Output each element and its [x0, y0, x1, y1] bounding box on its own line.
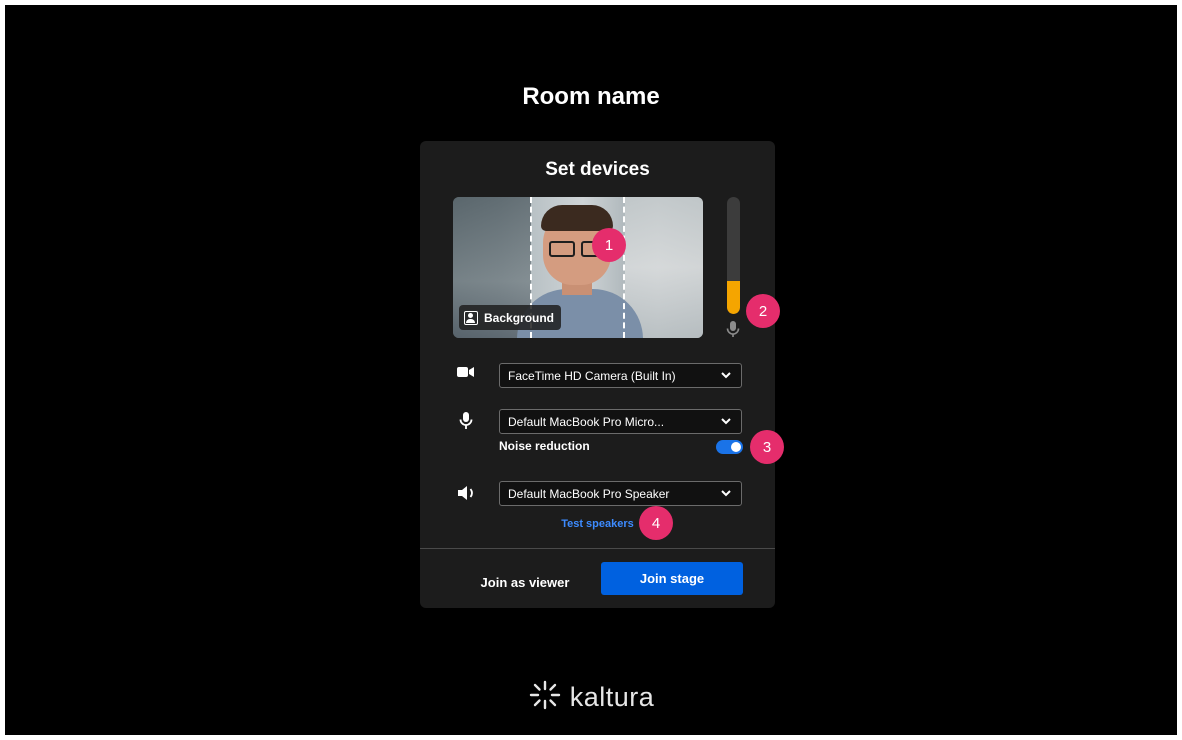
callout-marker-2: 2 [746, 294, 780, 328]
test-speakers-link[interactable]: Test speakers [420, 518, 775, 530]
kaltura-logo-icon [528, 680, 562, 715]
background-button[interactable]: Background [459, 305, 562, 330]
noise-reduction-toggle[interactable] [716, 440, 743, 454]
room-title: Room name [522, 83, 660, 110]
noise-reduction-label: Noise reduction [499, 439, 590, 453]
camera-icon [457, 364, 475, 380]
callout-marker-3: 3 [750, 430, 784, 464]
join-stage-button[interactable]: Join stage [601, 562, 743, 595]
speaker-icon [457, 485, 475, 501]
microphone-select-value: Default MacBook Pro Micro... [508, 414, 665, 429]
callout-marker-1: 1 [592, 228, 626, 262]
camera-preview: Background [453, 197, 703, 338]
chevron-down-icon [719, 415, 733, 429]
microphone-icon [457, 412, 475, 429]
toggle-knob [731, 442, 741, 452]
camera-select[interactable]: FaceTime HD Camera (Built In) [499, 363, 742, 388]
speaker-select[interactable]: Default MacBook Pro Speaker [499, 481, 742, 506]
join-as-viewer-button[interactable]: Join as viewer [460, 566, 590, 598]
microphone-icon [725, 320, 741, 343]
background-icon [464, 310, 478, 325]
app-screen: Room name Set devices Background FaceTim… [5, 5, 1177, 735]
chevron-down-icon [719, 369, 733, 383]
chevron-down-icon [719, 487, 733, 501]
mic-level-meter [727, 197, 740, 314]
panel-title: Set devices [545, 159, 650, 180]
kaltura-logo: kaltura [5, 680, 1177, 715]
camera-select-value: FaceTime HD Camera (Built In) [508, 368, 676, 383]
device-settings-panel: Set devices Background FaceTime HD Camer… [420, 141, 775, 608]
callout-marker-4: 4 [639, 506, 673, 540]
crop-guide-right [623, 197, 625, 338]
speaker-select-value: Default MacBook Pro Speaker [508, 486, 670, 501]
person-hair [541, 205, 613, 231]
kaltura-wordmark: kaltura [569, 682, 655, 712]
mic-level-fill [727, 281, 740, 314]
panel-divider [420, 548, 775, 549]
microphone-select[interactable]: Default MacBook Pro Micro... [499, 409, 742, 434]
background-button-label: Background [484, 310, 555, 325]
